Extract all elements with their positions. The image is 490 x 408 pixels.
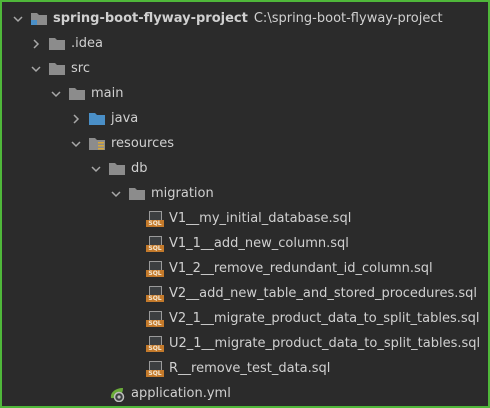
chevron-down-icon[interactable]: [110, 186, 122, 202]
tree-item-label: V1_2__remove_redundant_id_column.sql: [169, 261, 433, 276]
tree-item-migration[interactable]: migration: [2, 181, 488, 206]
tree-item-db[interactable]: db: [2, 156, 488, 181]
project-path: C:\spring-boot-flyway-project: [253, 11, 443, 26]
tree-item-java[interactable]: java: [2, 106, 488, 131]
sql-file-icon: SQL: [146, 310, 164, 327]
tree-item-label: db: [131, 161, 148, 176]
tree-item-src[interactable]: src: [2, 56, 488, 81]
tree-item-label: application.yml: [131, 386, 231, 401]
tree-item-label: .idea: [71, 36, 103, 51]
folder-icon: [108, 161, 126, 177]
sql-file-icon: SQL: [146, 235, 164, 252]
project-name: spring-boot-flyway-project: [53, 11, 248, 26]
tree-item-main[interactable]: main: [2, 81, 488, 106]
tree-item-label: V2_1__migrate_product_data_to_split_tabl…: [169, 311, 480, 326]
tree-item-application-yml[interactable]: application.yml: [2, 381, 488, 406]
folder-icon: [128, 186, 146, 202]
spring-yaml-config-icon: [108, 386, 126, 402]
tree-item-label: migration: [151, 186, 214, 201]
folder-icon: [48, 36, 66, 52]
tree-item-label: main: [91, 86, 124, 101]
chevron-right-icon[interactable]: [70, 111, 82, 127]
chevron-down-icon[interactable]: [50, 86, 62, 102]
tree-item-idea[interactable]: .idea: [2, 31, 488, 56]
sql-file-icon: SQL: [146, 285, 164, 302]
sql-file-icon: SQL: [146, 360, 164, 377]
project-folder-icon: [30, 11, 48, 27]
tree-item-sql-file[interactable]: SQL V1_1__add_new_column.sql: [2, 231, 488, 256]
project-tree-panel: spring-boot-flyway-project C:\spring-boo…: [0, 0, 490, 408]
java-source-folder-icon: [88, 111, 106, 127]
tree-item-label: V2__add_new_table_and_stored_procedures.…: [169, 286, 478, 301]
tree-item-label: V1__my_initial_database.sql: [169, 211, 352, 226]
sql-file-icon: SQL: [146, 210, 164, 227]
tree-item-sql-file[interactable]: SQL V2__add_new_table_and_stored_procedu…: [2, 281, 488, 306]
tree-item-sql-file[interactable]: SQL V1__my_initial_database.sql: [2, 206, 488, 231]
tree-root-project[interactable]: spring-boot-flyway-project C:\spring-boo…: [2, 6, 488, 31]
chevron-right-icon[interactable]: [30, 36, 42, 52]
tree-item-resources[interactable]: resources: [2, 131, 488, 156]
chevron-down-icon[interactable]: [90, 161, 102, 177]
tree-item-sql-file[interactable]: SQL V1_2__remove_redundant_id_column.sql: [2, 256, 488, 281]
sql-file-icon: SQL: [146, 335, 164, 352]
tree-item-sql-file[interactable]: SQL R__remove_test_data.sql: [2, 356, 488, 381]
chevron-down-icon[interactable]: [70, 136, 82, 152]
resources-folder-icon: [88, 136, 106, 152]
folder-icon: [48, 61, 66, 77]
tree-item-label: V1_1__add_new_column.sql: [169, 236, 349, 251]
tree-item-sql-file[interactable]: SQL V2_1__migrate_product_data_to_split_…: [2, 306, 488, 331]
tree-item-label: java: [111, 111, 139, 126]
sql-file-icon: SQL: [146, 260, 164, 277]
folder-icon: [68, 86, 86, 102]
tree-item-label: U2_1__migrate_product_data_to_split_tabl…: [169, 336, 481, 351]
tree-item-label: resources: [111, 136, 175, 151]
tree-item-label: R__remove_test_data.sql: [169, 361, 331, 376]
tree-item-sql-file[interactable]: SQL U2_1__migrate_product_data_to_split_…: [2, 331, 488, 356]
chevron-down-icon[interactable]: [30, 61, 42, 77]
chevron-down-icon[interactable]: [12, 11, 24, 27]
tree-item-label: src: [71, 61, 90, 76]
project-tree: spring-boot-flyway-project C:\spring-boo…: [2, 2, 488, 406]
